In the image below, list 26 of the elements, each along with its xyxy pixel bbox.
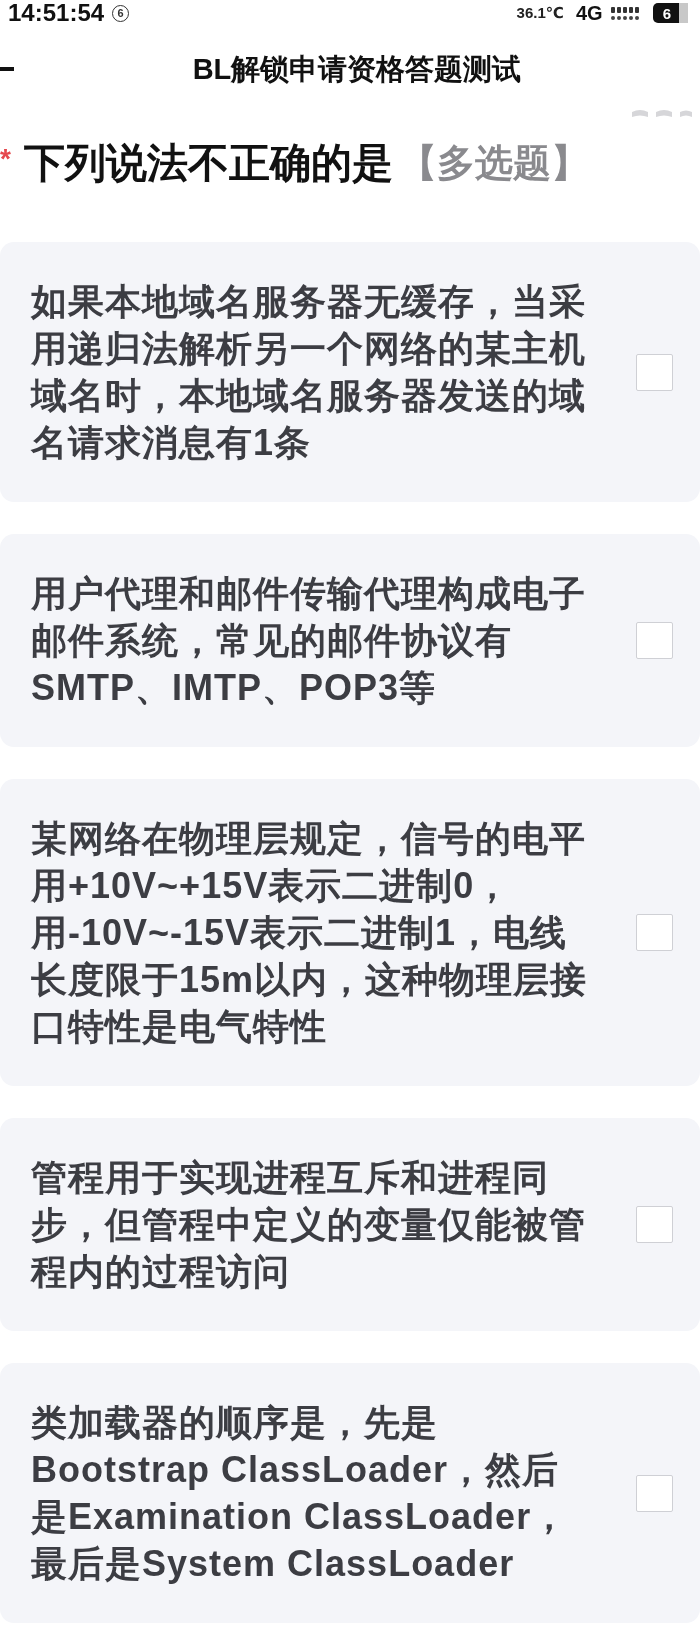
temperature-text: 36.1℃: [516, 4, 564, 22]
option-card[interactable]: 管程用于实现进程互斥和进程同步，但管程中定义的变量仅能被管程内的过程访问: [0, 1118, 700, 1331]
checkbox[interactable]: [636, 1206, 673, 1243]
network-type: 4G: [575, 1, 603, 25]
dash-icon[interactable]: [0, 67, 14, 71]
option-card[interactable]: 如果本地域名服务器无缓存，当采用递归法解析另一个网络的某主机域名时，本地域名服务器发送的域名请求消息有1条: [0, 242, 700, 502]
checkbox[interactable]: [636, 353, 673, 391]
option-card[interactable]: 用户代理和邮件传输代理构成电子邮件系统，常见的邮件协议有SMTP、IMTP、POP3等: [0, 534, 700, 747]
question-text: 下列说法不正确的是: [24, 139, 393, 188]
signal-icon: [610, 6, 639, 20]
page-title: BL解锁申请资格答题测试: [191, 52, 522, 87]
clock-time: 14:51:54: [8, 0, 105, 26]
option-text: 用户代理和邮件传输代理构成电子邮件系统，常见的邮件协议有SMTP、IMTP、POP3等: [31, 572, 587, 710]
question-type-label: 【多选题】: [399, 141, 589, 186]
option-text: 某网络在物理层规定，信号的电平用+10V~+15V表示二进制0，用-10V~-15V表示二进制1，电线长度限于15m以内，这种物理层接口特性是电气特性: [31, 817, 589, 1049]
option-text: 类加载器的顺序是，先是Bootstrap ClassLoader，然后是Examination ClassLoader，最后是System ClassLoader: [31, 1401, 570, 1586]
required-mark: *: [0, 144, 12, 174]
more-icon[interactable]: [632, 108, 692, 120]
option-card[interactable]: 某网络在物理层规定，信号的电平用+10V~+15V表示二进制0，用-10V~-15V表示二进制1，电线长度限于15m以内，这种物理层接口特性是电气特性: [0, 779, 700, 1086]
option-card[interactable]: 类加载器的顺序是，先是Bootstrap ClassLoader，然后是Examination ClassLoader，最后是System ClassLoader: [0, 1363, 700, 1623]
checkbox[interactable]: [636, 1474, 673, 1512]
battery-indicator: 6: [652, 3, 688, 23]
option-text: 管程用于实现进程互斥和进程同步，但管程中定义的变量仅能被管程内的过程访问: [31, 1156, 587, 1294]
option-text: 如果本地域名服务器无缓存，当采用递归法解析另一个网络的某主机域名时，本地域名服务器发送的域名请求消息有1条: [31, 280, 587, 465]
checkbox[interactable]: [636, 622, 673, 659]
checkbox[interactable]: [636, 914, 673, 951]
